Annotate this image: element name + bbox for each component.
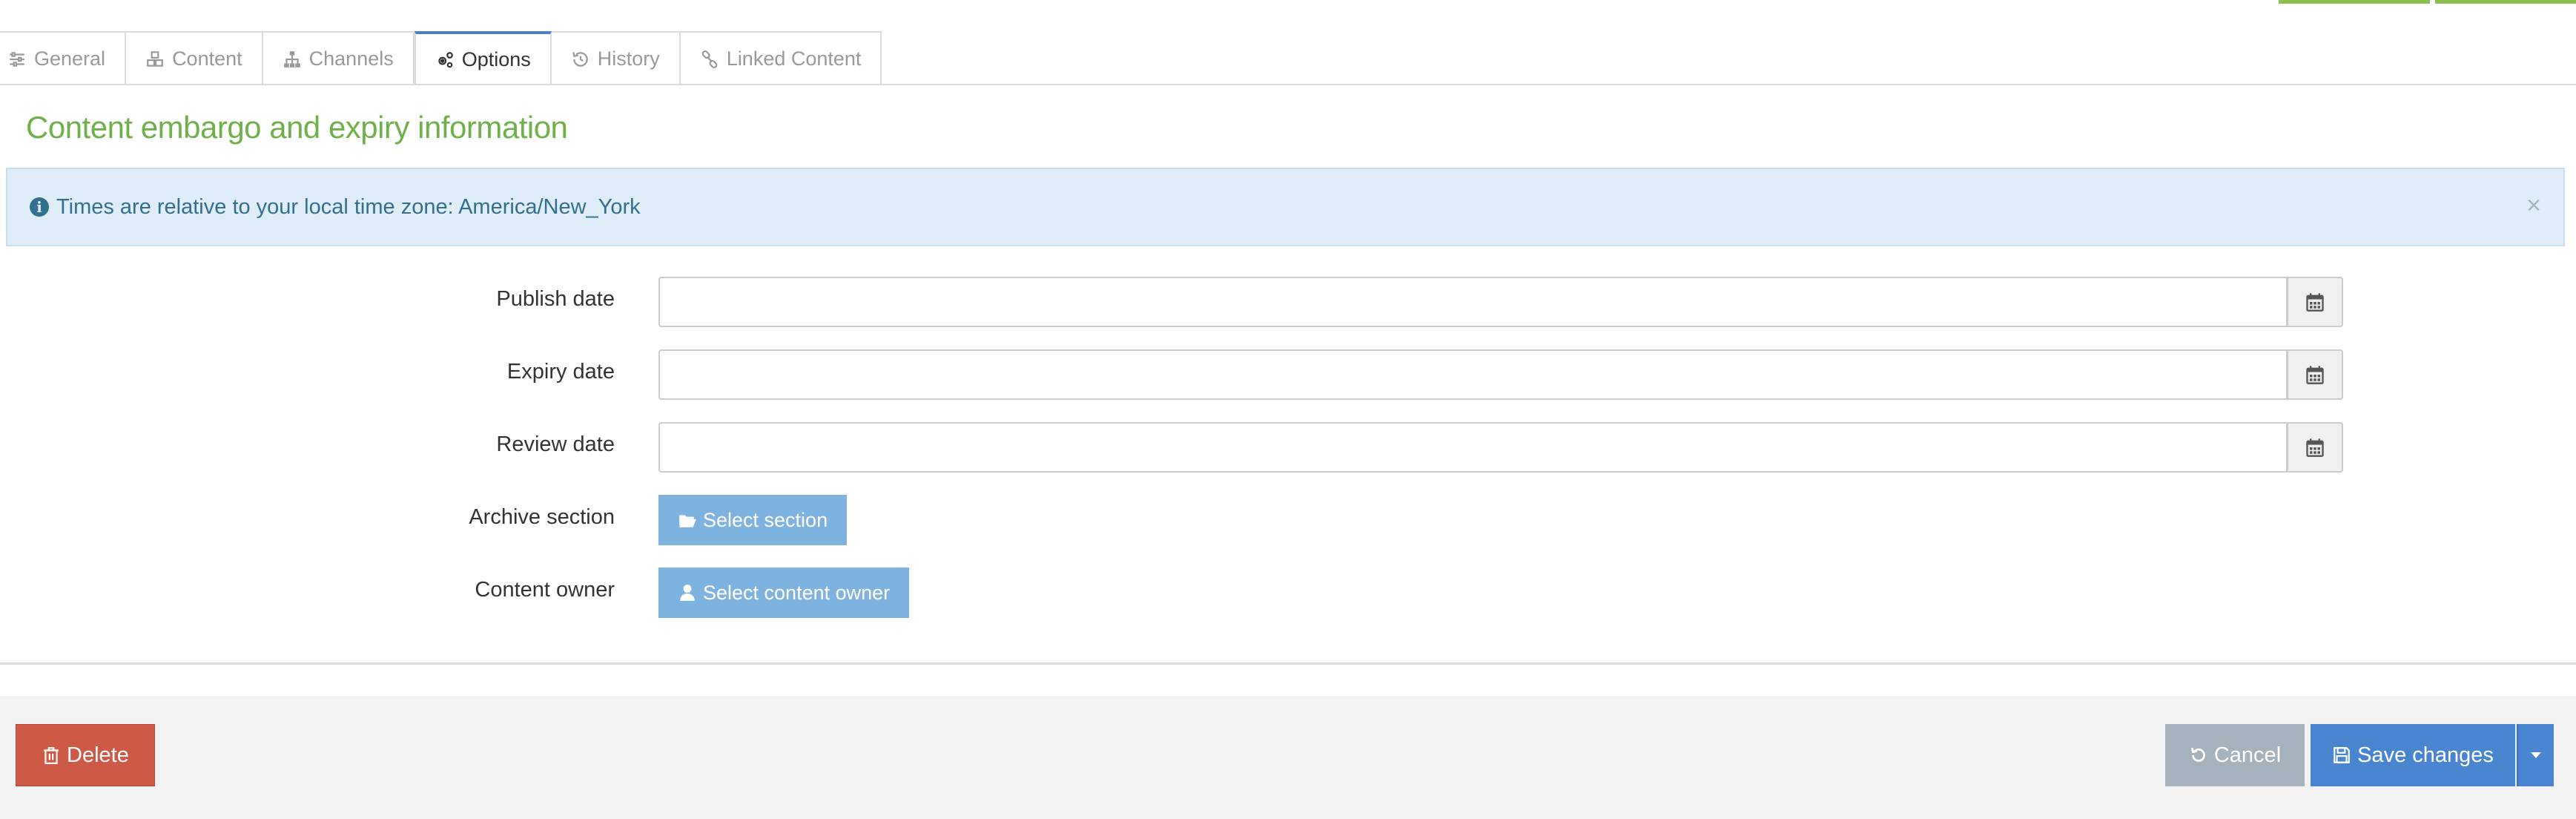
publish-date-label: Publish date: [496, 287, 615, 311]
expiry-date-input[interactable]: [658, 349, 2288, 400]
calendar-icon: [2306, 438, 2324, 457]
review-date-input[interactable]: [658, 422, 2288, 473]
tabs-underline: [0, 84, 2576, 85]
calendar-icon: [2306, 293, 2324, 312]
tab-label: Content: [172, 47, 242, 70]
trash-icon: [44, 747, 59, 764]
review-date-calendar-button[interactable]: [2287, 422, 2343, 473]
sitemap-icon: [283, 50, 302, 69]
archive-section-row: Archive section Select section: [0, 495, 2576, 545]
user-icon: [680, 585, 695, 601]
content-owner-row: Content owner Select content owner: [0, 568, 2576, 618]
caret-down-icon: [2531, 752, 2541, 758]
tab-options[interactable]: Options: [414, 31, 552, 85]
info-icon: i: [30, 197, 49, 217]
tab-label: Channels: [308, 47, 394, 70]
top-accent-bar-left: [2279, 0, 2430, 4]
expiry-date-calendar-button[interactable]: [2287, 349, 2343, 400]
cogs-icon: [435, 50, 455, 70]
save-changes-button[interactable]: Save changes: [2311, 724, 2515, 786]
tab-label: General: [34, 47, 106, 70]
cancel-button[interactable]: Cancel: [2165, 724, 2305, 786]
tab-label: Linked Content: [726, 47, 862, 70]
expiry-date-label: Expiry date: [506, 360, 615, 384]
calendar-icon: [2306, 366, 2324, 384]
undo-icon: [2190, 747, 2205, 762]
publish-date-calendar-button[interactable]: [2287, 277, 2343, 327]
floppy-disk-icon: [2334, 747, 2350, 763]
select-section-button[interactable]: Select section: [658, 495, 848, 545]
link-icon: [700, 50, 719, 69]
tab-label: Options: [461, 48, 531, 70]
section-title: Content embargo and expiry information: [26, 110, 568, 145]
tab-bar: General Content Channels Options History…: [0, 31, 882, 85]
tab-content[interactable]: Content: [126, 31, 263, 85]
expiry-date-row: Expiry date: [0, 349, 2576, 400]
select-content-owner-label: Select content owner: [703, 581, 891, 604]
tab-label: History: [597, 47, 660, 70]
delete-button[interactable]: Delete: [16, 724, 155, 786]
cancel-label: Cancel: [2213, 743, 2282, 767]
publish-date-input[interactable]: [658, 277, 2288, 327]
review-date-label: Review date: [496, 432, 615, 456]
tab-history[interactable]: History: [551, 31, 681, 85]
timezone-info-alert: i Times are relative to your local time …: [6, 168, 2565, 246]
top-accent-bar-right: [2435, 0, 2576, 4]
sliders-icon: [7, 50, 27, 69]
publish-date-row: Publish date: [0, 277, 2576, 327]
tab-linked-content[interactable]: Linked Content: [680, 31, 882, 85]
tab-channels[interactable]: Channels: [262, 31, 415, 85]
cubes-icon: [145, 50, 165, 69]
action-footer: Delete Cancel Save changes: [0, 696, 2576, 819]
archive-section-label: Archive section: [469, 505, 615, 529]
review-date-row: Review date: [0, 422, 2576, 473]
save-changes-label: Save changes: [2357, 743, 2494, 767]
alert-close-button[interactable]: ×: [2526, 191, 2541, 220]
alert-text: Times are relative to your local time zo…: [56, 194, 641, 219]
select-content-owner-button[interactable]: Select content owner: [658, 568, 910, 618]
save-options-dropdown-button[interactable]: [2517, 724, 2554, 786]
delete-label: Delete: [67, 743, 129, 767]
folder-open-icon: [679, 515, 696, 527]
tab-general[interactable]: General: [0, 31, 127, 85]
form-divider: [0, 662, 2576, 665]
select-section-label: Select section: [703, 508, 828, 531]
content-owner-label: Content owner: [475, 578, 615, 602]
history-icon: [571, 50, 590, 69]
